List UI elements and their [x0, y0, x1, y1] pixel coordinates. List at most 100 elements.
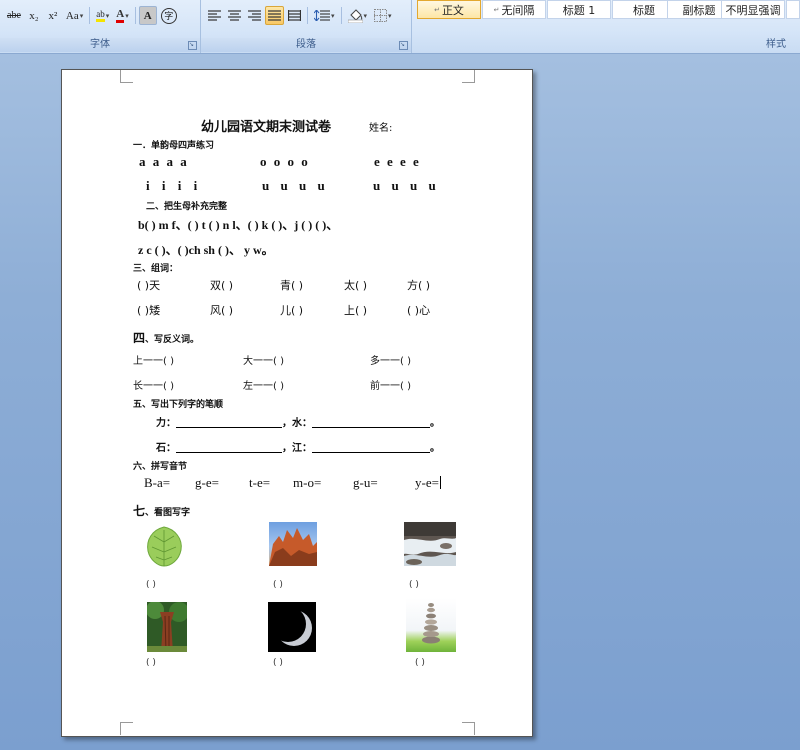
distributed-button[interactable] — [285, 6, 304, 25]
section-7-heading: 七、看图写字 — [133, 500, 190, 519]
answer-blank-caption: ( ) — [273, 658, 283, 668]
highlight-label: ab — [96, 9, 105, 22]
align-right-icon — [248, 10, 261, 21]
chevron-down-icon: ▾ — [125, 11, 129, 20]
character-shading-button[interactable]: A — [138, 6, 157, 25]
superscript-button[interactable]: x² — [44, 6, 62, 25]
align-left-button[interactable] — [205, 6, 224, 25]
paragraph-toolbar: ▾ ▾ ▾ — [205, 5, 395, 26]
text-cursor — [439, 476, 441, 489]
ribbon: abe x₂ x² Aa ▾ ab ▾ A ▾ A 字 字体 ↘ ▾ ▾ ▾ 段… — [0, 0, 800, 54]
font-dialog-launcher-icon[interactable]: ↘ — [188, 41, 197, 50]
vowel-i-row: i i i i — [146, 178, 198, 193]
borders-icon — [374, 9, 388, 22]
chevron-down-icon: ▾ — [388, 11, 392, 20]
period-mark: 。 — [430, 443, 440, 454]
align-center-button[interactable] — [225, 6, 244, 25]
subscript-button[interactable]: x₂ — [25, 6, 43, 25]
page-title: 幼儿园语文期末测试卷 — [201, 119, 332, 134]
word-item: 风( ) — [210, 304, 234, 317]
style-label: 无间隔 — [501, 3, 535, 17]
antonym-item: 上一一( ) — [133, 356, 174, 367]
answer-blank-caption: ( ) — [409, 580, 419, 590]
section-5-heading: 五、写出下列字的笔顺 — [133, 400, 224, 410]
change-case-button[interactable]: Aa ▾ — [63, 6, 86, 25]
stroke-order-line-2: 石： ，江： 。 — [156, 439, 440, 454]
paragraph-dialog-launcher-icon[interactable]: ↘ — [399, 41, 408, 50]
word-item: 上( ) — [344, 304, 368, 317]
word-item: 双( ) — [210, 279, 234, 292]
style-label: 正文 — [441, 3, 464, 17]
style-label: 不明显强调 — [725, 3, 781, 17]
font-toolbar: abe x₂ x² Aa ▾ ab ▾ A ▾ A 字 — [4, 5, 180, 26]
justify-button[interactable] — [265, 6, 284, 25]
stroke-order-line-1: 力： ，水： 。 — [156, 414, 440, 429]
change-case-label: Aa — [65, 9, 79, 22]
stroke-blank[interactable] — [176, 416, 282, 428]
period-mark: 。 — [430, 418, 440, 429]
strikethrough-button[interactable]: abe — [4, 6, 24, 25]
section-2-heading: 二、把生母补充完整 — [146, 202, 228, 212]
style-more[interactable] — [786, 0, 800, 19]
stroke-blank[interactable] — [176, 441, 282, 453]
enclose-icon: 字 — [160, 7, 177, 24]
crescent-moon-image — [268, 602, 316, 652]
crop-mark — [120, 70, 133, 83]
word-item: 青( ) — [280, 279, 304, 292]
antonym-item: 大一一( ) — [243, 356, 284, 367]
borders-button[interactable]: ▾ — [371, 6, 395, 25]
answer-blank-caption: ( ) — [273, 580, 283, 590]
word-item: 儿( ) — [280, 304, 304, 317]
separator — [307, 7, 308, 24]
mountain-rock-image — [269, 522, 317, 566]
style-label: 标题 1 — [562, 3, 596, 17]
font-group: abe x₂ x² Aa ▾ ab ▾ A ▾ A 字 字体 ↘ — [0, 0, 201, 53]
enclose-characters-button[interactable]: 字 — [158, 6, 180, 25]
chevron-down-icon: ▾ — [331, 11, 335, 20]
stroke-char-label: 石： — [156, 443, 176, 454]
answer-blank-caption: ( ) — [146, 580, 156, 590]
style-normal[interactable]: ↵ 正文 — [417, 0, 481, 19]
highlight-button[interactable]: ab ▾ — [93, 6, 112, 25]
word-item: ( )天 — [137, 279, 161, 292]
font-color-label: A — [116, 8, 125, 23]
syllable-text: y-e= — [415, 475, 439, 490]
style-heading-1[interactable]: 标题 1 — [547, 0, 611, 19]
align-center-icon — [228, 10, 241, 21]
stroke-char-label: ，水： — [282, 418, 312, 429]
styles-group: ↵ 正文 ↵ 无间隔 标题 1 标题 副标题 不明显强调 样式 — [414, 0, 800, 53]
chevron-down-icon: ▾ — [79, 11, 84, 20]
chevron-down-icon: ▾ — [363, 11, 368, 20]
font-color-button[interactable]: A ▾ — [113, 6, 131, 25]
stroke-blank[interactable] — [312, 416, 430, 428]
word-item: 太( ) — [344, 279, 368, 292]
style-subtle-emphasis[interactable]: 不明显强调 — [721, 0, 785, 19]
leaf-image — [144, 524, 184, 568]
waterfall-image — [404, 522, 456, 566]
section-4-title: 、写反义词。 — [145, 335, 200, 345]
separator — [89, 7, 91, 24]
paragraph-group: ▾ ▾ ▾ 段落 ↘ — [201, 0, 412, 53]
vowel-o-row: o o o o — [260, 154, 308, 169]
paragraph-mark-icon: ↵ — [493, 5, 500, 14]
paragraph-group-label: 段落 — [201, 38, 411, 52]
vowel-e-row: e e e e — [374, 154, 419, 169]
antonym-item: 长一一( ) — [133, 381, 174, 392]
stroke-blank[interactable] — [312, 441, 430, 453]
crop-mark — [462, 722, 475, 735]
align-left-icon — [208, 10, 221, 21]
style-no-spacing[interactable]: ↵ 无间隔 — [482, 0, 546, 19]
styles-group-label: 样式 — [766, 39, 786, 50]
antonym-item: 多一一( ) — [370, 356, 411, 367]
distributed-icon — [288, 10, 301, 21]
stone-stack-image — [406, 598, 456, 652]
vowel-u-row: u u u u — [262, 178, 325, 193]
align-right-button[interactable] — [245, 6, 264, 25]
tree-trunk-image — [147, 602, 187, 652]
document-page[interactable]: 幼儿园语文期末测试卷 姓名: 一．单韵母四声练习 a a a a o o o o… — [61, 69, 533, 737]
line-spacing-button[interactable]: ▾ — [311, 6, 338, 25]
section-7-title: 、看图写字 — [145, 508, 191, 518]
shading-button[interactable]: ▾ — [345, 6, 371, 25]
syllable-item: t-e= — [249, 475, 271, 490]
section-3-heading: 三、组词： — [133, 264, 179, 274]
